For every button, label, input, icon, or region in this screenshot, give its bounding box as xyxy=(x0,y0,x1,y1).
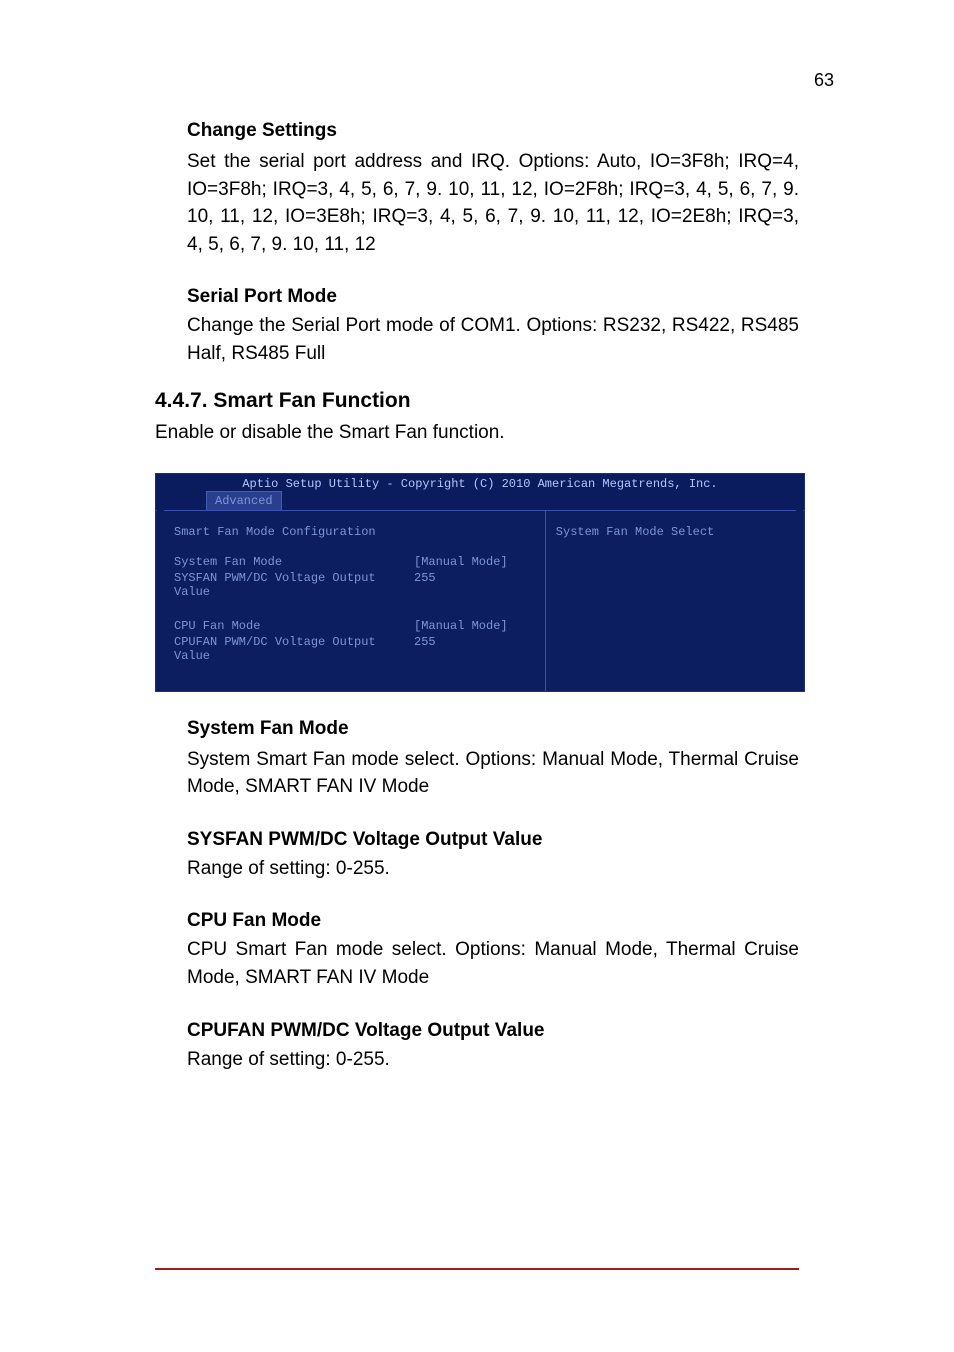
bios-right-panel: System Fan Mode Select xyxy=(545,511,804,691)
bios-row-label: CPUFAN PWM/DC Voltage Output Value xyxy=(174,635,414,663)
footer-rule xyxy=(155,1268,799,1270)
bios-section-title: Smart Fan Mode Configuration xyxy=(174,525,535,539)
spacer xyxy=(174,601,535,619)
bios-row-value: [Manual Mode] xyxy=(414,619,508,633)
smart-fan-text: Enable or disable the Smart Fan function… xyxy=(155,419,799,447)
bios-row: SYSFAN PWM/DC Voltage Output Value 255 xyxy=(174,571,535,599)
bios-screenshot: Aptio Setup Utility - Copyright (C) 2010… xyxy=(155,473,805,692)
cpu-fan-mode-label: CPU Fan Mode xyxy=(187,910,799,932)
bios-row-value: 255 xyxy=(414,571,436,599)
sysfan-output-text: Range of setting: 0-255. xyxy=(187,855,799,883)
bios-row: CPU Fan Mode [Manual Mode] xyxy=(174,619,535,633)
cpufan-output-text: Range of setting: 0-255. xyxy=(187,1046,799,1074)
bios-header-title: Aptio Setup Utility - Copyright (C) 2010… xyxy=(156,474,804,491)
bios-tab-bar: Advanced xyxy=(156,491,804,510)
change-settings-label: Change Settings xyxy=(187,120,799,142)
cpu-fan-mode-text: CPU Smart Fan mode select. Options: Manu… xyxy=(187,936,799,991)
bios-help-text: System Fan Mode Select xyxy=(556,525,794,539)
bios-row-value: [Manual Mode] xyxy=(414,555,508,569)
bios-row-label: CPU Fan Mode xyxy=(174,619,414,633)
serial-port-mode-text: Change the Serial Port mode of COM1. Opt… xyxy=(187,312,799,367)
bios-row: System Fan Mode [Manual Mode] xyxy=(174,555,535,569)
bios-tab-advanced: Advanced xyxy=(206,491,282,510)
bios-row-label: SYSFAN PWM/DC Voltage Output Value xyxy=(174,571,414,599)
bios-body: Smart Fan Mode Configuration System Fan … xyxy=(156,511,804,691)
cpufan-output-label: CPUFAN PWM/DC Voltage Output Value xyxy=(187,1020,799,1042)
bios-row-value: 255 xyxy=(414,635,436,663)
sysfan-output-label: SYSFAN PWM/DC Voltage Output Value xyxy=(187,829,799,851)
page-number: 63 xyxy=(814,70,834,91)
system-fan-mode-label: System Fan Mode xyxy=(187,718,799,740)
bios-left-panel: Smart Fan Mode Configuration System Fan … xyxy=(156,511,545,691)
bios-row-label: System Fan Mode xyxy=(174,555,414,569)
serial-port-mode-label: Serial Port Mode xyxy=(187,286,799,308)
system-fan-mode-text: System Smart Fan mode select. Options: M… xyxy=(187,746,799,801)
change-settings-text: Set the serial port address and IRQ. Opt… xyxy=(187,148,799,258)
bios-row: CPUFAN PWM/DC Voltage Output Value 255 xyxy=(174,635,535,663)
smart-fan-heading: 4.4.7. Smart Fan Function xyxy=(155,389,799,413)
